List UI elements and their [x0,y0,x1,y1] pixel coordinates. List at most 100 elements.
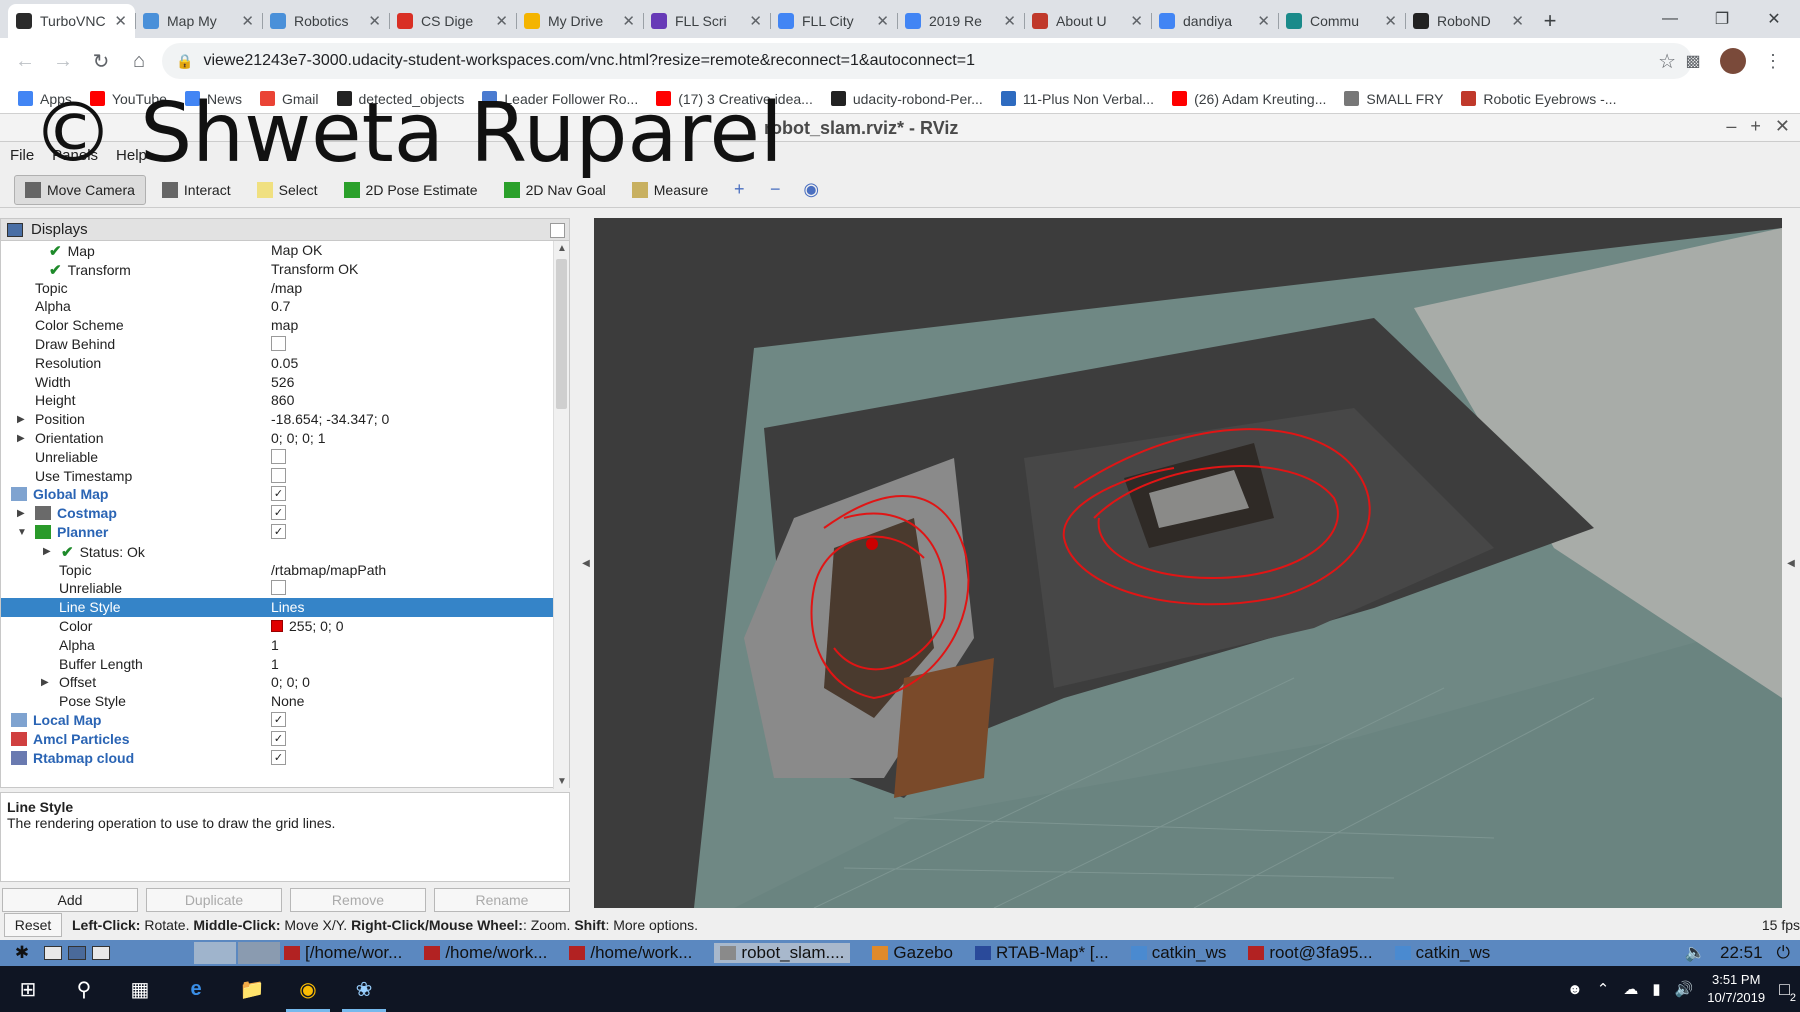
file-explorer-icon[interactable]: 📁 [224,966,280,1012]
display-tree-row[interactable]: ▶ Costmap ✓ [1,504,553,523]
unchecked-checkbox[interactable] [271,467,286,483]
tab-close-icon[interactable]: ✕ [876,12,889,30]
browser-tab[interactable]: About U ✕ [1024,4,1151,38]
property-value-text[interactable]: 0.7 [271,298,290,314]
workspace-pager[interactable] [194,940,284,966]
property-value-text[interactable]: Map OK [271,242,322,258]
task-view-icon[interactable]: ▦ [112,966,168,1012]
add-button[interactable]: Add [2,888,138,912]
vnc-task-button[interactable]: [/home/wor... [284,943,402,963]
display-tree-row[interactable]: Rtabmap cloud ✓ [1,749,553,768]
checked-checkbox[interactable]: ✓ [271,749,286,765]
search-icon[interactable]: ⚲ [56,966,112,1012]
display-tree-row[interactable]: Width 526 [1,373,553,392]
windows-start-icon[interactable]: ⊞ [0,966,56,1012]
display-tree-row[interactable]: Unreliable [1,448,553,467]
expand-closed-arrow-icon[interactable]: ▶ [43,546,51,557]
tab-close-icon[interactable]: ✕ [241,12,254,30]
tab-close-icon[interactable]: ✕ [1511,12,1524,30]
bookmark-item[interactable]: Leader Follower Ro... [482,91,638,107]
display-tree-row[interactable]: Use Timestamp [1,467,553,486]
property-value-text[interactable]: 1 [271,656,279,672]
address-bar[interactable]: 🔒 viewe21243e7-3000.udacity-student-work… [162,43,1692,79]
property-value-text[interactable]: 526 [271,374,294,390]
display-tree-row[interactable]: ▶ Orientation 0; 0; 0; 1 [1,429,553,448]
bookmark-item[interactable]: News [184,91,242,107]
tab-close-icon[interactable]: ✕ [495,12,508,30]
display-tree-row[interactable]: Color Scheme map [1,316,553,335]
bookmark-item[interactable]: Gmail [259,91,319,107]
display-tree-row[interactable]: Pose Style None [1,692,553,711]
display-tree-row[interactable]: Resolution 0.05 [1,354,553,373]
property-value-text[interactable]: None [271,693,304,709]
display-tree-row[interactable]: ✔ Map Map OK [1,241,553,260]
property-value-text[interactable]: 860 [271,392,294,408]
property-value-text[interactable]: map [271,317,298,333]
bookmark-item[interactable]: 11-Plus Non Verbal... [1000,91,1154,107]
scroll-up-icon[interactable]: ▲ [557,243,567,254]
battery-icon[interactable]: ▮ [1652,980,1660,998]
browser-tab[interactable]: 2019 Re ✕ [897,4,1024,38]
forward-arrow-icon[interactable]: → [44,42,82,80]
unchecked-checkbox[interactable] [271,580,286,596]
property-value-text[interactable]: 0; 0; 0 [271,674,310,690]
menu-file[interactable]: File [10,147,34,164]
tab-close-icon[interactable]: ✕ [1130,12,1143,30]
expand-closed-arrow-icon[interactable]: ▶ [17,508,25,519]
tool-measure[interactable]: Measure [622,175,718,205]
plus-icon[interactable]: + [724,175,754,205]
checked-checkbox[interactable]: ✓ [271,523,286,539]
scroll-down-icon[interactable]: ▼ [557,776,567,787]
restore-window-button[interactable]: ❐ [1696,0,1748,38]
maximize-icon[interactable]: + [1750,116,1761,137]
display-tree-row[interactable]: Amcl Particles ✓ [1,730,553,749]
tab-close-icon[interactable]: ✕ [114,12,127,30]
profile-avatar[interactable] [1720,48,1746,74]
browser-tab[interactable]: FLL City ✕ [770,4,897,38]
new-tab-button[interactable]: + [1532,4,1568,38]
notification-icon[interactable]: □ 2 [1779,979,1796,1004]
menu-help[interactable]: Help [116,147,147,164]
file-manager-icon[interactable] [44,946,62,960]
checked-checkbox[interactable]: ✓ [271,486,286,502]
minimize-icon[interactable]: – [1726,116,1736,137]
system-clock[interactable]: 3:51 PM 10/7/2019 [1707,971,1765,1007]
3d-viewport[interactable] [594,218,1782,908]
window-icon[interactable] [92,946,110,960]
display-tree-row[interactable]: ▶ Position -18.654; -34.347; 0 [1,410,553,429]
tab-close-icon[interactable]: ✕ [749,12,762,30]
minus-icon[interactable]: − [760,175,790,205]
tool-2d-nav-goal[interactable]: 2D Nav Goal [494,175,616,205]
terminal-icon[interactable] [68,946,86,960]
vnc-task-button[interactable]: /home/work... [569,943,692,963]
display-tree-row[interactable]: Local Map ✓ [1,711,553,730]
display-tree-row[interactable]: ▶ Offset 0; 0; 0 [1,673,553,692]
start-menu-icon[interactable]: ✱ [0,940,44,966]
property-value-text[interactable]: 0; 0; 0; 1 [271,430,325,446]
bookmark-item[interactable]: udacity-robond-Per... [830,91,983,107]
browser-tab[interactable]: CS Dige ✕ [389,4,516,38]
remove-button[interactable]: Remove [290,888,426,912]
display-tree-scrollbar[interactable]: ▲ ▼ [553,241,569,789]
vnc-task-button[interactable]: Gazebo [872,943,953,963]
unchecked-checkbox[interactable] [271,335,286,351]
browser-tab[interactable]: Map My ✕ [135,4,262,38]
back-arrow-icon[interactable]: ← [6,42,44,80]
display-tree-row[interactable]: Buffer Length 1 [1,655,553,674]
rename-button[interactable]: Rename [434,888,570,912]
people-icon[interactable]: ☻ [1567,981,1583,998]
onedrive-icon[interactable]: ☁ [1623,980,1638,998]
extension-icon[interactable]: ▩ [1676,42,1710,80]
turbovnc-icon[interactable]: ❀ [336,966,392,1012]
property-value-text[interactable]: 255; 0; 0 [289,618,344,634]
vnc-task-button[interactable]: catkin_ws [1394,943,1490,963]
display-tree-row[interactable]: Topic/rtabmap/mapPath [1,561,553,580]
property-value-text[interactable]: /rtabmap/mapPath [271,562,386,578]
vnc-task-button[interactable]: RTAB-Map* [... [974,943,1109,963]
tab-close-icon[interactable]: ✕ [1384,12,1397,30]
display-tree-row[interactable]: Topic/map [1,279,553,298]
browser-tab[interactable]: dandiya ✕ [1151,4,1278,38]
display-tree-row[interactable]: Alpha 0.7 [1,297,553,316]
browser-tab[interactable]: Robotics ✕ [262,4,389,38]
expand-open-arrow-icon[interactable]: ▼ [17,527,27,538]
